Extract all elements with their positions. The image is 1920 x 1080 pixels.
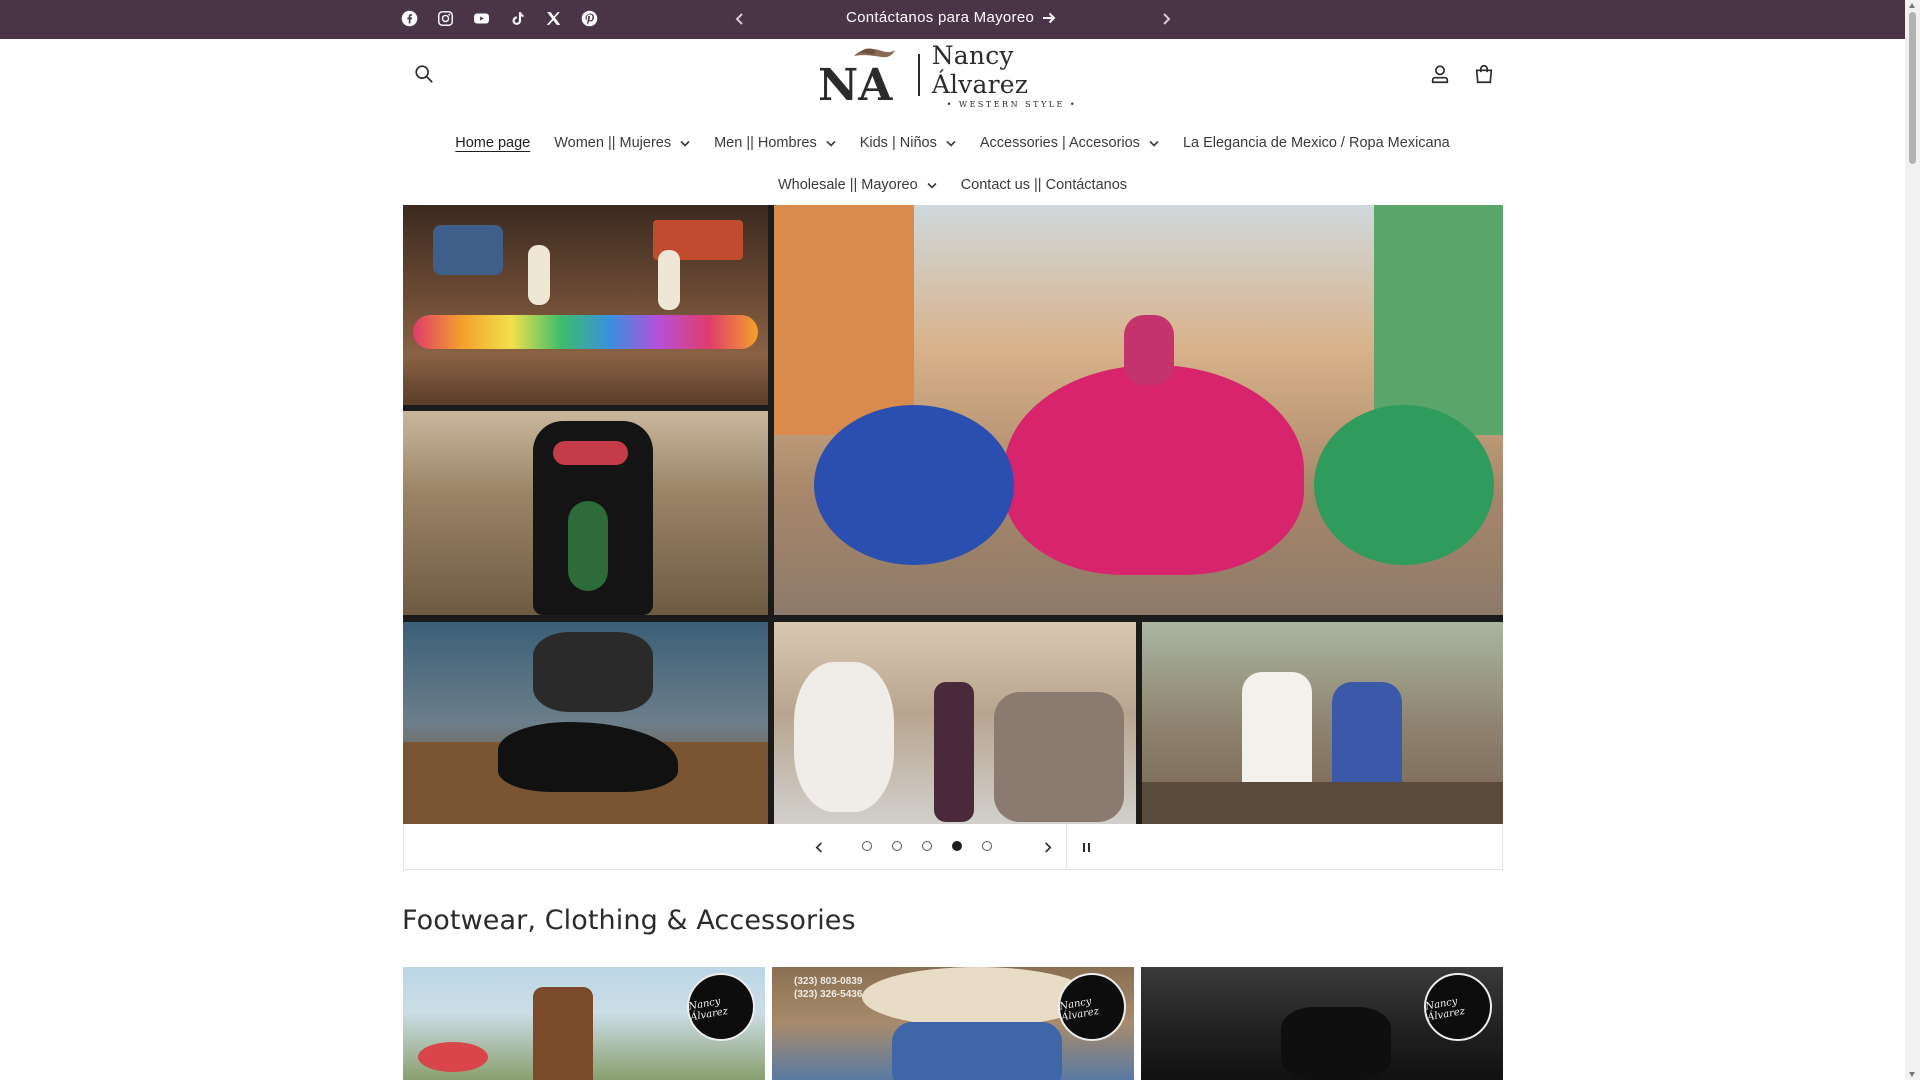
slide-image-shoes <box>403 622 768 824</box>
controls-divider <box>1066 824 1067 870</box>
section-title: Footwear, Clothing & Accessories <box>402 905 856 936</box>
main-nav-row-1: Home page Women || Mujeres Men || Hombre… <box>0 131 1905 155</box>
announcement-link[interactable]: Contáctanos para Mayoreo <box>846 9 1056 26</box>
pinterest-icon[interactable] <box>580 9 599 28</box>
nav-item-elegancia[interactable]: La Elegancia de Mexico / Ropa Mexicana <box>1171 131 1462 155</box>
nav-item-label: Home page <box>455 135 531 151</box>
scroll-down-arrow[interactable] <box>1909 1072 1915 1077</box>
slideshow-controls <box>403 824 1503 870</box>
nav-item-kids[interactable]: Kids | Niños <box>848 131 968 155</box>
scroll-thumb[interactable] <box>1909 12 1916 164</box>
slideshow-pause-button[interactable] <box>1075 836 1097 858</box>
user-icon <box>1431 65 1449 84</box>
shopping-bag-icon <box>1475 65 1493 84</box>
slide-image-charro <box>774 622 1136 824</box>
nav-item-wholesale[interactable]: Wholesale || Mayoreo <box>766 173 949 197</box>
logo-wordmark: Nancy Álvarez • WESTERN STYLE • <box>932 41 1092 109</box>
chevron-left-icon <box>815 841 822 853</box>
nav-item-accessories[interactable]: Accessories | Accesorios <box>968 131 1171 155</box>
search-button[interactable] <box>410 60 438 88</box>
chevron-right-icon <box>1044 841 1051 853</box>
youtube-icon[interactable] <box>472 9 491 28</box>
slide-image-folklorico-dancers <box>774 205 1503 615</box>
chevron-left-icon <box>735 13 743 25</box>
announcement-bar: Contáctanos para Mayoreo <box>0 0 1905 39</box>
tiktok-icon[interactable] <box>508 9 527 28</box>
nav-item-home[interactable]: Home page <box>443 131 542 155</box>
chevron-down-icon <box>1149 140 1159 147</box>
collection-card-footwear[interactable]: Nancy Álvarez <box>403 967 765 1080</box>
arrow-right-icon <box>1043 12 1056 23</box>
nav-item-label: Contact us || Contáctanos <box>960 177 1128 193</box>
brand-badge: Nancy Álvarez <box>1058 973 1126 1041</box>
slide-dot-1[interactable] <box>862 841 872 851</box>
slide-prev-button[interactable] <box>808 836 830 858</box>
announcement-prev-button[interactable] <box>729 8 751 30</box>
slide-dot-3[interactable] <box>922 841 932 851</box>
scroll-up-arrow[interactable] <box>1909 3 1915 8</box>
brand-badge: Nancy Álvarez <box>1424 973 1492 1041</box>
slide-dot-4[interactable] <box>952 841 962 851</box>
nav-item-contact[interactable]: Contact us || Contáctanos <box>949 173 1139 197</box>
nav-item-label: Kids | Niños <box>859 135 937 151</box>
nav-item-label: Men || Hombres <box>714 135 817 151</box>
instagram-icon[interactable] <box>436 9 455 28</box>
slide-image-ofrenda <box>403 205 768 405</box>
nav-item-label: Women || Mujeres <box>554 135 672 151</box>
slide-dots <box>862 841 992 851</box>
collection-card-accessories[interactable]: Nancy Álvarez <box>1141 967 1503 1080</box>
card-phone-numbers: (323) 803-0839 (323) 326-5436 <box>794 976 863 1000</box>
search-icon <box>415 65 433 83</box>
chevron-down-icon <box>826 140 836 147</box>
slide-image-children <box>1142 622 1503 824</box>
logo-name: Nancy Álvarez <box>931 41 1029 99</box>
svg-text:NA: NA <box>818 60 893 106</box>
cart-button[interactable] <box>1470 60 1498 88</box>
chevron-right-icon <box>1163 13 1171 25</box>
page-scrollbar[interactable] <box>1905 0 1920 1080</box>
facebook-icon[interactable] <box>400 9 419 28</box>
chevron-down-icon <box>946 140 956 147</box>
logo-divider <box>918 54 920 96</box>
social-links <box>400 9 599 28</box>
logo-tagline: • WESTERN STYLE • <box>946 100 1078 109</box>
hero-slideshow[interactable] <box>403 205 1503 824</box>
logo-monogram: NA <box>816 44 912 111</box>
brand-badge: Nancy Álvarez <box>687 973 755 1041</box>
pause-icon <box>1081 842 1091 852</box>
nav-item-label: La Elegancia de Mexico / Ropa Mexicana <box>1182 135 1450 151</box>
x-icon[interactable] <box>544 9 563 28</box>
announcement-next-button[interactable] <box>1155 8 1177 30</box>
slide-next-button[interactable] <box>1036 836 1058 858</box>
announcement-message: Contáctanos para Mayoreo <box>846 9 1035 26</box>
nav-item-women[interactable]: Women || Mujeres <box>542 131 702 155</box>
slide-dot-2[interactable] <box>892 841 902 851</box>
main-nav-row-2: Wholesale || Mayoreo Contact us || Contá… <box>0 173 1905 197</box>
store-logo[interactable]: NA Nancy Álvarez • WESTERN STYLE • <box>816 41 1092 111</box>
chevron-down-icon <box>680 140 690 147</box>
collection-card-clothing[interactable]: (323) 803-0839 (323) 326-5436 Nancy Álva… <box>772 967 1134 1080</box>
nav-item-men[interactable]: Men || Hombres <box>702 131 848 155</box>
nav-item-label: Wholesale || Mayoreo <box>777 177 918 193</box>
slide-image-dress <box>403 411 768 615</box>
slide-dot-5[interactable] <box>982 841 992 851</box>
nav-item-label: Accessories | Accesorios <box>979 135 1140 151</box>
chevron-down-icon <box>927 182 937 189</box>
account-button[interactable] <box>1426 60 1454 88</box>
